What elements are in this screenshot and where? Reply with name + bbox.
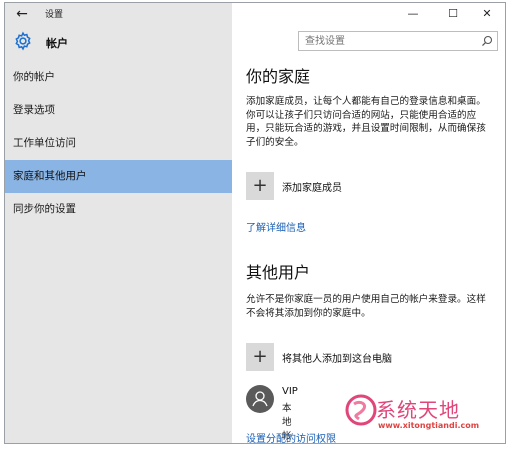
page-title: 帐户 [46, 37, 68, 50]
sidebar-nav: 你的帐户 登录选项 工作单位访问 家庭和其他用户 同步你的设置 [5, 61, 232, 226]
title-bar: ← 设置 [5, 3, 232, 25]
sidebar-item-sign-in-options[interactable]: 登录选项 [5, 94, 232, 127]
sidebar-item-sync-settings[interactable]: 同步你的设置 [5, 193, 232, 226]
back-button[interactable]: ← [13, 5, 31, 23]
settings-window: ← 设置 帐户 你的帐户 登录选项 工作单位访问 家庭和其他用户 同步你的设置 … [4, 2, 506, 444]
family-section-title: 你的家庭 [246, 67, 311, 86]
search-box [298, 31, 498, 51]
maximize-button[interactable]: ☐ [441, 5, 465, 23]
add-other-user-label: 将其他人添加到这台电脑 [282, 354, 392, 365]
other-users-description: 允许不是你家庭一员的用户使用自己的帐户来登录。这样不会将其添加到你的家庭中。 [246, 294, 486, 319]
main-content: — ☐ ✕ 你的家庭 添加家庭成员，让每个人都能有自己的登录信息和桌面。你可以让… [232, 3, 505, 443]
window-title: 设置 [45, 10, 64, 20]
sidebar-item-work-access[interactable]: 工作单位访问 [5, 127, 232, 160]
watermark-text: 系统天地 [376, 398, 460, 422]
add-icon: + [246, 343, 274, 371]
user-icon [252, 391, 268, 407]
page-header: 帐户 [5, 29, 232, 57]
avatar [246, 385, 274, 413]
user-name: VIP [282, 386, 298, 397]
gear-icon [15, 31, 31, 51]
search-icon[interactable] [481, 35, 493, 47]
add-family-member-label: 添加家庭成员 [282, 183, 342, 194]
sidebar: ← 设置 帐户 你的帐户 登录选项 工作单位访问 家庭和其他用户 同步你的设置 [5, 3, 232, 443]
search-input[interactable] [305, 33, 475, 49]
sidebar-item-family-other-users[interactable]: 家庭和其他用户 [5, 160, 232, 193]
learn-more-link[interactable]: 了解详细信息 [246, 219, 306, 234]
minimize-button[interactable]: — [401, 5, 425, 23]
family-description: 添加家庭成员，让每个人都能有自己的登录信息和桌面。你可以让孩子们只访问合适的网站… [246, 96, 486, 148]
watermark-logo-icon [345, 394, 377, 426]
add-icon: + [246, 172, 274, 200]
close-button[interactable]: ✕ [475, 5, 499, 23]
watermark-url: www.xitongtiandi.com [378, 421, 480, 430]
other-users-section-title: 其他用户 [246, 263, 311, 282]
assigned-access-link[interactable]: 设置分配的访问权限 [246, 430, 336, 443]
sidebar-item-your-account[interactable]: 你的帐户 [5, 61, 232, 94]
window-controls: — ☐ ✕ [385, 3, 505, 25]
